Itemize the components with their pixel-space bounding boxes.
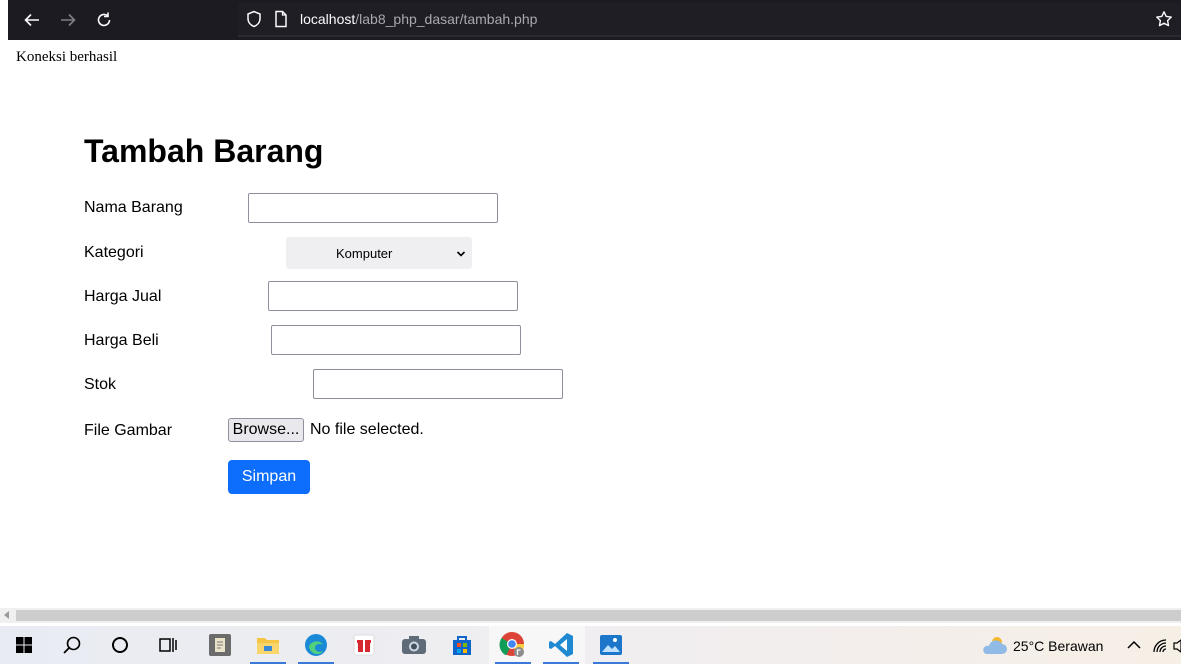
gift-icon[interactable] [340, 626, 388, 664]
address-bar[interactable]: localhost/lab8_php_dasar/tambah.php [238, 3, 1181, 37]
forward-icon[interactable] [56, 8, 80, 32]
chevron-up-icon[interactable] [1126, 638, 1142, 657]
back-icon[interactable] [20, 8, 44, 32]
file-explorer-icon[interactable] [244, 626, 292, 664]
kategori-select[interactable]: Komputer [286, 237, 472, 269]
chevron-down-icon [456, 247, 466, 262]
nama-barang-input[interactable] [248, 193, 498, 223]
reload-icon[interactable] [92, 8, 116, 32]
scrollbar-thumb[interactable] [16, 610, 1181, 621]
url-path: /lab8_php_dasar/tambah.php [355, 11, 538, 27]
volume-icon[interactable] [1173, 638, 1181, 659]
store-icon[interactable] [438, 626, 486, 664]
kategori-selected-value: Komputer [336, 246, 393, 261]
chrome-icon[interactable] [489, 626, 537, 664]
nama-barang-label: Nama Barang [84, 199, 183, 216]
weather-cloud-icon[interactable] [980, 634, 1008, 661]
search-icon[interactable] [48, 626, 96, 664]
windows-taskbar [0, 626, 1181, 664]
stok-label: Stok [84, 376, 117, 393]
kategori-label: Kategori [84, 244, 144, 261]
file-status-text: No file selected. [310, 421, 424, 438]
windows-start-icon[interactable] [0, 626, 48, 664]
browser-toolbar: localhost/lab8_php_dasar/tambah.php [0, 0, 1181, 40]
harga-jual-input[interactable] [268, 281, 518, 311]
task-view-icon[interactable] [144, 626, 192, 664]
url-host: localhost [300, 11, 356, 27]
vscode-icon[interactable] [537, 626, 585, 664]
bookmark-star-icon[interactable] [1155, 10, 1173, 33]
window-edge [0, 0, 8, 40]
horizontal-scrollbar[interactable] [0, 608, 1181, 623]
browse-button[interactable]: Browse... [228, 418, 304, 442]
connection-status: Koneksi berhasil [16, 49, 118, 65]
url-text[interactable]: localhost/lab8_php_dasar/tambah.php [300, 11, 537, 27]
network-icon[interactable] [1152, 638, 1168, 659]
weather-text[interactable]: 25°C Berawan [1013, 638, 1103, 654]
file-gambar-label: File Gambar [84, 422, 173, 439]
notepad-icon[interactable] [196, 626, 244, 664]
cortana-icon[interactable] [96, 626, 144, 664]
shield-icon[interactable] [246, 10, 262, 33]
page-info-icon[interactable] [274, 10, 288, 33]
harga-jual-label: Harga Jual [84, 288, 162, 305]
scroll-left-icon[interactable] [4, 611, 9, 619]
harga-beli-label: Harga Beli [84, 332, 159, 349]
stok-input[interactable] [313, 369, 563, 399]
page-title: Tambah Barang [84, 133, 324, 169]
edge-icon[interactable] [292, 626, 340, 664]
photos-icon[interactable] [587, 626, 635, 664]
camera-icon[interactable] [390, 626, 438, 664]
simpan-button[interactable]: Simpan [228, 460, 310, 494]
harga-beli-input[interactable] [271, 325, 521, 355]
